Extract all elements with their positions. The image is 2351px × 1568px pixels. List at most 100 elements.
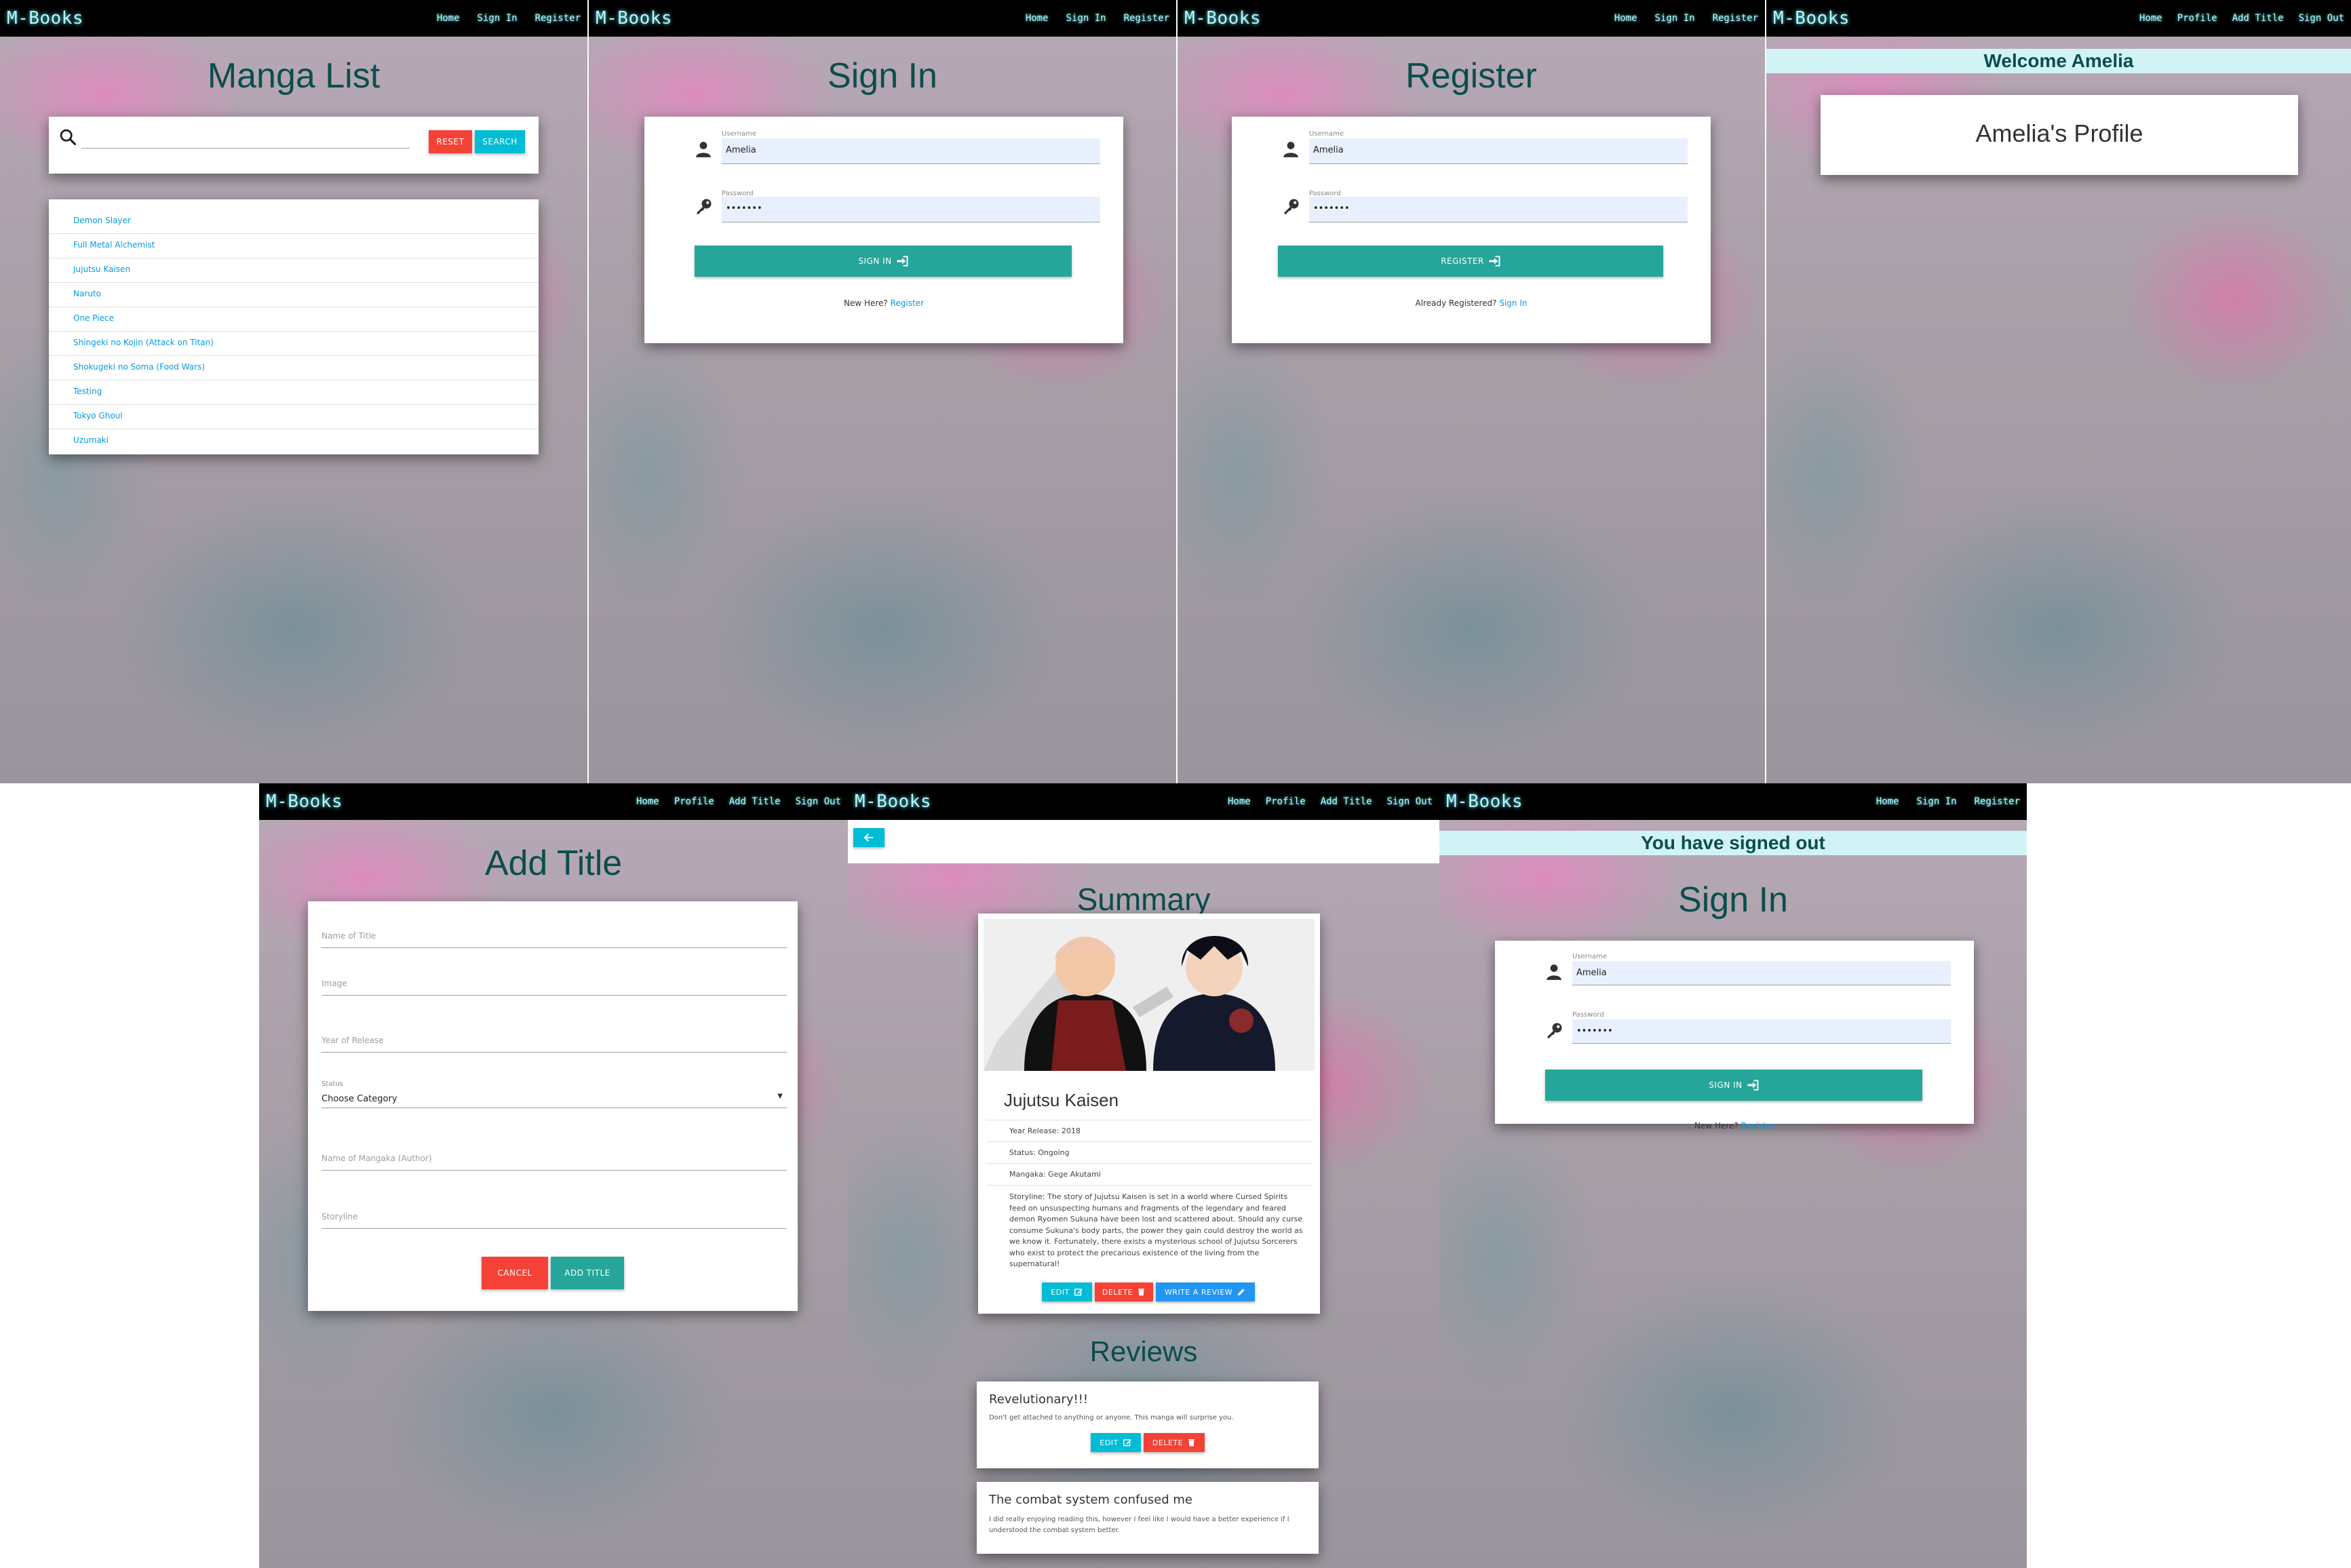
summary-heading: Summary: [1076, 882, 1211, 917]
write-review-button[interactable]: WRITE A REVIEW: [1156, 1282, 1255, 1301]
key-icon: [697, 199, 712, 214]
nav-register[interactable]: Register: [535, 13, 581, 24]
nav-profile[interactable]: Profile: [2177, 13, 2217, 24]
nav-add-title[interactable]: Add Title: [2232, 13, 2284, 24]
nav-home[interactable]: Home: [1228, 796, 1251, 807]
person-icon: [1283, 142, 1298, 157]
nav-register[interactable]: Register: [1124, 13, 1169, 24]
year-underline: [322, 1052, 787, 1053]
delete-button[interactable]: DELETE: [1095, 1282, 1153, 1301]
nav-links: Home Sign In Register: [1026, 13, 1169, 24]
review-delete-button[interactable]: DELETE: [1144, 1433, 1205, 1452]
manga-list-item[interactable]: Shingeki no Kojin (Attack on Titan): [73, 338, 214, 347]
navbar: M-Books Home Profile Add Title Sign Out: [1766, 0, 2351, 37]
password-field[interactable]: •••••••: [1572, 1019, 1951, 1044]
reset-button[interactable]: RESET: [429, 130, 472, 153]
nav-sign-out[interactable]: Sign Out: [1387, 796, 1433, 807]
login-icon: [1747, 1080, 1759, 1091]
brand-logo[interactable]: M-Books: [596, 8, 672, 28]
sign-in-button[interactable]: SIGN IN: [1545, 1070, 1922, 1101]
nav-sign-out[interactable]: Sign Out: [796, 796, 841, 807]
manga-list-card: Demon Slayer Full Metal Alchemist Jujutsu …: [49, 199, 539, 454]
nav-sign-in[interactable]: Sign In: [1066, 13, 1106, 24]
edit-label: EDIT: [1051, 1287, 1070, 1297]
profile-title: Amelia's Profile: [1975, 119, 2143, 147]
register-link[interactable]: Register: [1741, 1121, 1774, 1131]
manga-list-item[interactable]: Full Metal Alchemist: [73, 240, 155, 250]
brand-logo[interactable]: M-Books: [266, 791, 343, 812]
nav-home[interactable]: Home: [437, 13, 460, 24]
username-field[interactable]: Amelia: [1572, 961, 1951, 985]
panel-sign-in: M-Books Home Sign In Register Sign In Us…: [589, 0, 1176, 783]
add-title-card: Name of Title Image Year of Release Stat…: [308, 901, 798, 1311]
nav-home[interactable]: Home: [1026, 13, 1049, 24]
add-title-button[interactable]: ADD TITLE: [551, 1257, 624, 1289]
nav-add-title[interactable]: Add Title: [1321, 796, 1372, 807]
back-button[interactable]: [853, 828, 885, 847]
username-label: Username: [1309, 130, 1344, 138]
brand-logo[interactable]: M-Books: [7, 8, 83, 28]
key-icon: [1547, 1023, 1562, 1038]
manga-list-item[interactable]: Testing: [73, 387, 102, 396]
cancel-button[interactable]: CANCEL: [482, 1257, 548, 1289]
name-of-title-field[interactable]: Name of Title: [322, 931, 376, 941]
nav-links: Home Sign In Register: [1614, 13, 1758, 24]
nav-sign-in[interactable]: Sign In: [1917, 796, 1957, 807]
image-field[interactable]: Image: [322, 979, 347, 988]
manga-list-item[interactable]: Tokyo Ghoul: [73, 411, 123, 420]
search-card: RESET SEARCH: [49, 117, 539, 174]
author-field[interactable]: Name of Mangaka (Author): [322, 1154, 432, 1163]
nav-sign-out[interactable]: Sign Out: [2299, 13, 2344, 24]
brand-logo[interactable]: M-Books: [1446, 791, 1523, 812]
sign-in-card: Username Amelia Password ••••••• SIGN IN…: [1495, 941, 1974, 1131]
review-edit-button[interactable]: EDIT: [1091, 1433, 1141, 1452]
username-field[interactable]: Amelia: [722, 138, 1100, 164]
brand-logo[interactable]: M-Books: [1184, 8, 1261, 28]
nav-profile[interactable]: Profile: [1266, 796, 1306, 807]
nav-sign-in[interactable]: Sign In: [478, 13, 518, 24]
sign-in-link[interactable]: Sign In: [1499, 298, 1527, 308]
username-label: Username: [1572, 953, 1607, 960]
edit-button[interactable]: EDIT: [1042, 1282, 1092, 1301]
nav-home[interactable]: Home: [1614, 13, 1637, 24]
nav-register[interactable]: Register: [1975, 796, 2020, 807]
person-icon: [696, 142, 711, 157]
register-button[interactable]: REGISTER: [1278, 246, 1663, 277]
manga-list-item[interactable]: Demon Slayer: [73, 216, 131, 225]
author-underline: [322, 1170, 787, 1171]
username-field[interactable]: Amelia: [1309, 138, 1688, 164]
sign-in-button[interactable]: SIGN IN: [695, 246, 1072, 277]
search-input[interactable]: [81, 148, 410, 149]
trash-icon: [1138, 1289, 1144, 1296]
manga-list-item[interactable]: Shokugeki no Soma (Food Wars): [73, 362, 205, 372]
sign-in-label: SIGN IN: [858, 256, 892, 266]
brand-logo[interactable]: M-Books: [855, 791, 931, 812]
delete-label: DELETE: [1152, 1438, 1184, 1447]
year-field[interactable]: Year of Release: [322, 1036, 384, 1045]
nav-profile[interactable]: Profile: [674, 796, 714, 807]
panel-summary: M-Books Home Profile Add Title Sign Out …: [848, 783, 1439, 1568]
manga-list-item[interactable]: Jujutsu Kaisen: [73, 264, 130, 274]
manga-list-item[interactable]: One Piece: [73, 313, 114, 323]
nav-sign-in[interactable]: Sign In: [1655, 13, 1695, 24]
nav-home[interactable]: Home: [2139, 13, 2162, 24]
search-button[interactable]: SEARCH: [475, 130, 525, 153]
storyline-field[interactable]: Storyline: [322, 1212, 357, 1221]
delete-label: DELETE: [1102, 1287, 1133, 1297]
brand-logo[interactable]: M-Books: [1773, 8, 1850, 28]
navbar: M-Books Home Sign In Register: [1178, 0, 1765, 37]
register-label: REGISTER: [1441, 256, 1484, 266]
nav-home[interactable]: Home: [636, 796, 659, 807]
password-field[interactable]: •••••••: [722, 197, 1100, 222]
username-label: Username: [722, 130, 756, 138]
search-icon: [60, 129, 77, 146]
page-title: Manga List: [207, 56, 381, 96]
register-link[interactable]: Register: [891, 298, 924, 308]
manga-list-item[interactable]: Naruto: [73, 289, 101, 298]
nav-add-title[interactable]: Add Title: [729, 796, 781, 807]
status-select[interactable]: Choose Category ▼: [322, 1091, 787, 1108]
manga-list-item[interactable]: Uzumaki: [73, 435, 109, 445]
nav-register[interactable]: Register: [1713, 13, 1758, 24]
password-field[interactable]: •••••••: [1309, 197, 1688, 222]
nav-home[interactable]: Home: [1876, 796, 1899, 807]
